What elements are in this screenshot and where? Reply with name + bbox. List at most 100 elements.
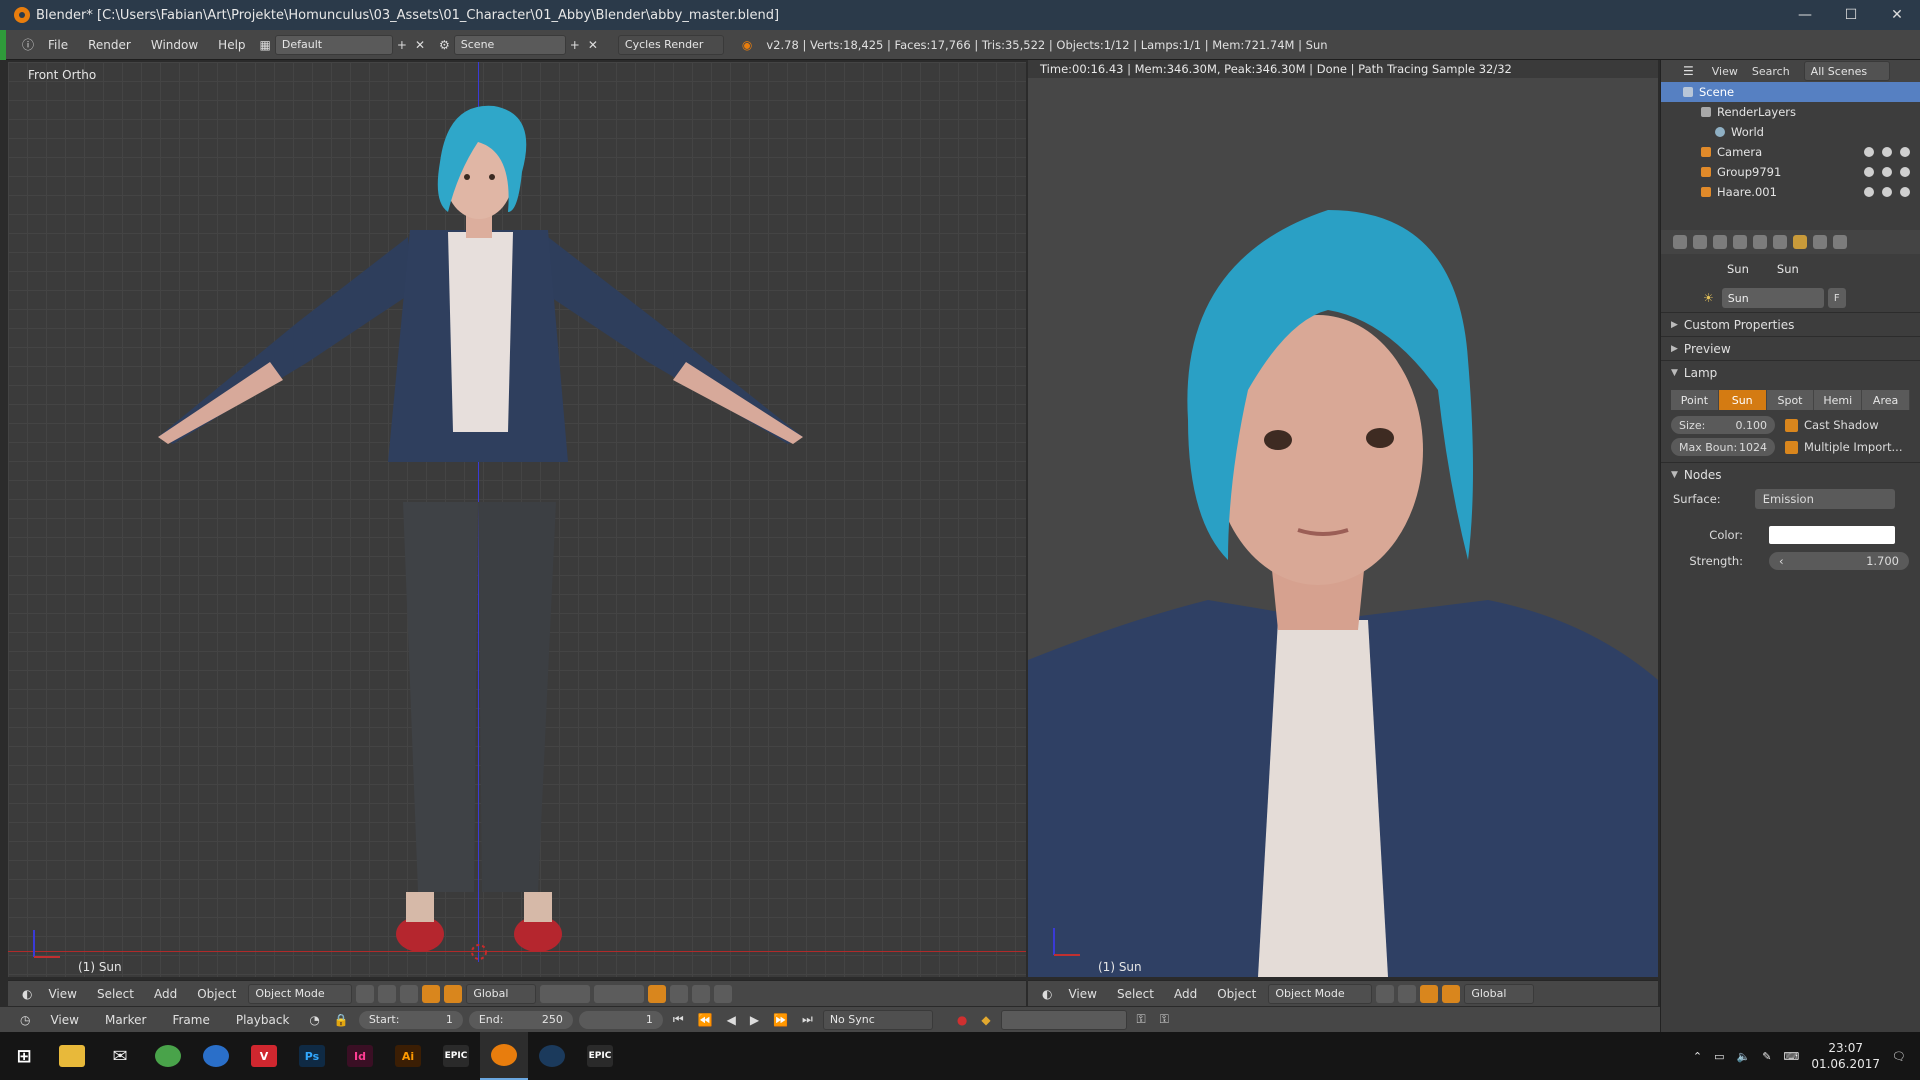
scene-tab-icon[interactable] [1713, 235, 1727, 249]
pen-icon[interactable]: ✎ [1762, 1050, 1771, 1063]
panel-custom-properties[interactable]: ▶ Custom Properties [1661, 312, 1920, 336]
viewport-shading-button-left[interactable] [356, 984, 375, 1003]
jump-start-icon[interactable]: ⏮ [669, 1010, 688, 1030]
emission-color-swatch[interactable] [1769, 526, 1895, 544]
pivot-point-button-right[interactable] [1398, 984, 1417, 1003]
max-bounces-field[interactable]: Max Boun: 1024 [1671, 438, 1775, 456]
visibility-eye-icon[interactable] [1864, 167, 1874, 177]
menu-view-left[interactable]: View [40, 987, 84, 1001]
size-field[interactable]: Size: 0.100 [1671, 416, 1775, 434]
outliner-row-renderlayers[interactable]: RenderLayers [1661, 102, 1920, 122]
keyboard-icon[interactable]: ⌨ [1783, 1050, 1799, 1063]
photoshop-icon[interactable]: Ps [288, 1032, 336, 1080]
minimize-button[interactable]: — [1782, 0, 1828, 30]
snap-button[interactable] [670, 984, 689, 1003]
steam-icon[interactable] [528, 1032, 576, 1080]
record-icon[interactable]: ● [953, 1010, 971, 1030]
object-mode-dropdown-right[interactable]: Object Mode [1268, 983, 1373, 1004]
area-resize-handle[interactable] [0, 30, 6, 60]
lamp-type-spot[interactable]: Spot [1766, 390, 1815, 410]
editor-type-outliner-icon[interactable]: ☰ [1679, 61, 1698, 81]
editor-type-3d-icon-right[interactable]: ◐ [1038, 984, 1056, 1004]
epic-launcher-icon[interactable]: EPIC [576, 1032, 624, 1080]
insert-keyframe-icon[interactable]: ⚿ [1133, 1010, 1150, 1030]
scene-field[interactable]: Scene [453, 34, 566, 55]
file-explorer-icon[interactable] [48, 1032, 96, 1080]
lamp-type-area[interactable]: Area [1862, 390, 1910, 410]
transform-orientation-dropdown-right[interactable]: Global [1464, 983, 1535, 1004]
lamp-type-hemi[interactable]: Hemi [1814, 390, 1863, 410]
3d-viewport-rendered[interactable]: Time:00:16.43 | Mem:346.30M, Peak:346.30… [1028, 60, 1658, 977]
maximize-button[interactable]: ☐ [1828, 0, 1874, 30]
outliner-row-world[interactable]: World [1661, 122, 1920, 142]
physics-tab-icon[interactable] [1833, 235, 1847, 249]
world-tab-icon[interactable] [1733, 235, 1747, 249]
3d-cursor-icon[interactable] [469, 942, 489, 962]
menu-select-right[interactable]: Select [1109, 987, 1162, 1001]
lamp-icon[interactable]: ☀ [1699, 288, 1718, 308]
object-mode-dropdown-left[interactable]: Object Mode [248, 983, 353, 1004]
transform-orientation-dropdown-left[interactable]: Global [466, 983, 537, 1004]
surface-shader-dropdown[interactable]: Emission [1754, 489, 1895, 509]
rotate-manipulator-button-right[interactable] [1442, 984, 1461, 1003]
browser-icon[interactable] [144, 1032, 192, 1080]
outliner-menu-search[interactable]: Search [1752, 65, 1790, 78]
editor-type-info-icon[interactable]: ⓘ [18, 35, 38, 55]
multiple-importance-checkbox[interactable]: Multiple Import... [1785, 438, 1902, 456]
translate-manipulator-button-left[interactable] [422, 984, 441, 1003]
selectable-cursor-icon[interactable] [1882, 187, 1892, 197]
translate-manipulator-button-right[interactable] [1420, 984, 1439, 1003]
menu-playback[interactable]: Playback [226, 1013, 300, 1027]
menu-window[interactable]: Window [141, 38, 208, 52]
character-model-front[interactable] [8, 62, 1026, 977]
cast-shadow-checkbox[interactable]: Cast Shadow [1785, 416, 1879, 434]
menu-marker[interactable]: Marker [95, 1013, 156, 1027]
illustrator-icon[interactable]: Ai [384, 1032, 432, 1080]
jump-keyframe-back-icon[interactable]: ⏪ [694, 1010, 717, 1030]
object-tab-icon[interactable] [1753, 235, 1767, 249]
selectable-cursor-icon[interactable] [1882, 167, 1892, 177]
firefox-icon[interactable] [192, 1032, 240, 1080]
proportional-edit-button[interactable] [648, 984, 667, 1003]
windows-start-icon[interactable]: ⊞ [0, 1032, 48, 1080]
editor-type-3d-icon[interactable]: ◐ [18, 984, 36, 1004]
strength-field[interactable]: ‹ 1.700 [1769, 552, 1909, 570]
jump-keyframe-forward-icon[interactable]: ⏩ [769, 1010, 792, 1030]
network-icon[interactable]: ▭ [1714, 1050, 1724, 1063]
screen-layout-icon[interactable]: ▦ [256, 35, 275, 55]
fake-user-button[interactable]: F [1827, 288, 1846, 308]
lamp-name-field[interactable]: Sun [1721, 288, 1824, 308]
menu-view-timeline[interactable]: View [40, 1013, 88, 1027]
menu-add-right[interactable]: Add [1166, 987, 1205, 1001]
texture-tab-icon[interactable] [1813, 235, 1827, 249]
constraints-tab-icon[interactable] [1773, 235, 1787, 249]
visibility-eye-icon[interactable] [1864, 147, 1874, 157]
panel-lamp[interactable]: ▼ Lamp [1661, 360, 1920, 384]
layer-buttons-1[interactable] [540, 984, 591, 1003]
menu-help[interactable]: Help [208, 38, 255, 52]
preview-range-icon[interactable]: ◔ [305, 1010, 323, 1030]
outliner-row-camera[interactable]: Camera [1661, 142, 1920, 162]
lamp-data-tab-icon[interactable] [1793, 235, 1807, 249]
lock-icon[interactable]: 🔒 [330, 1010, 353, 1030]
notifications-icon[interactable]: 🗨 [1892, 1050, 1906, 1063]
render-layers-tab-icon[interactable] [1693, 235, 1707, 249]
outliner-menu-view[interactable]: View [1712, 65, 1738, 78]
sync-mode-dropdown[interactable]: No Sync [822, 1009, 933, 1030]
layer-buttons-2[interactable] [594, 984, 645, 1003]
panel-preview[interactable]: ▶ Preview [1661, 336, 1920, 360]
renderable-camera-icon[interactable] [1900, 187, 1910, 197]
lamp-type-sun[interactable]: Sun [1718, 390, 1767, 410]
panel-nodes[interactable]: ▼ Nodes [1661, 462, 1920, 486]
volume-icon[interactable]: 🔈 [1737, 1050, 1751, 1063]
menu-object-right[interactable]: Object [1209, 987, 1264, 1001]
close-button[interactable]: ✕ [1874, 0, 1920, 30]
scene-icon[interactable]: ⚙ [435, 35, 454, 55]
selectable-cursor-icon[interactable] [1882, 147, 1892, 157]
rotate-manipulator-button-left[interactable] [444, 984, 463, 1003]
render-preview-button[interactable] [714, 984, 733, 1003]
tray-overflow-chevron-icon[interactable]: ⌃ [1693, 1050, 1702, 1063]
delete-keyframe-icon[interactable]: ⚿ [1156, 1010, 1173, 1030]
menu-add-left[interactable]: Add [146, 987, 185, 1001]
play-reverse-icon[interactable]: ◀ [723, 1010, 740, 1030]
